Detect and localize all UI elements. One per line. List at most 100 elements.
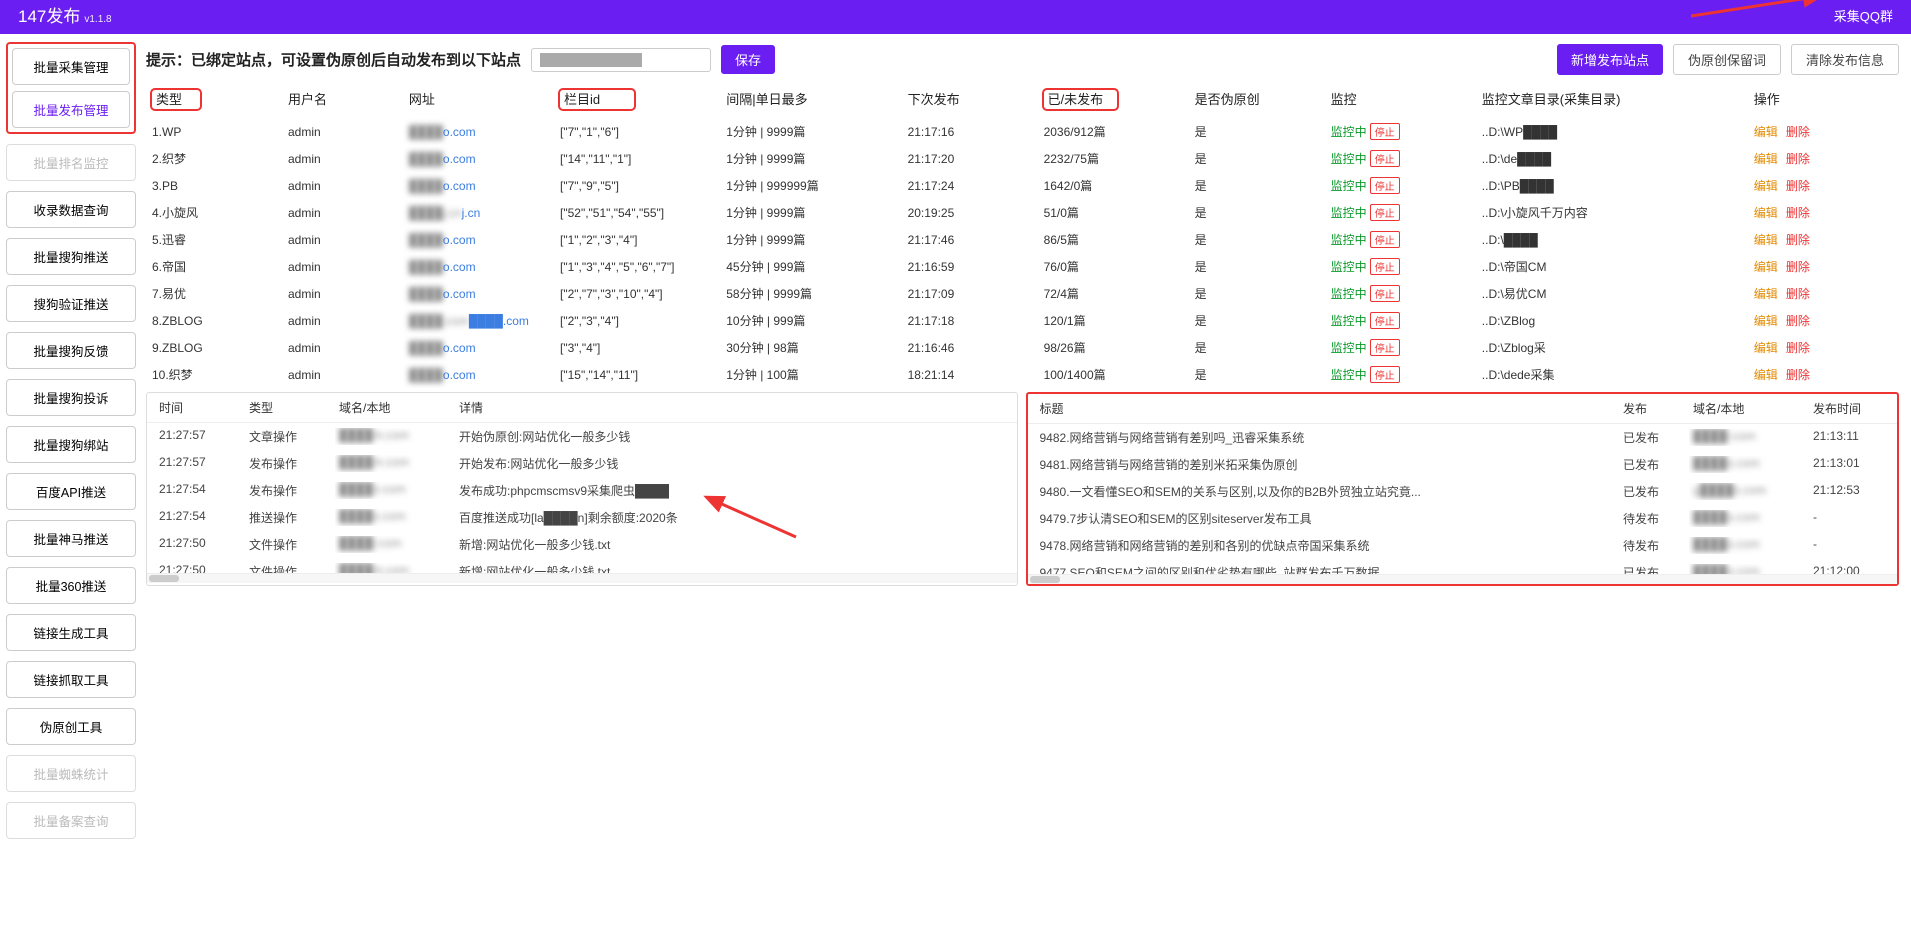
stop-badge[interactable]: 停止: [1370, 258, 1400, 275]
sidebar-item-publish-manage[interactable]: 批量发布管理: [12, 91, 130, 128]
th-user: 用户名: [282, 81, 403, 118]
edit-link[interactable]: 编辑: [1754, 206, 1778, 220]
sidebar-item-9[interactable]: 批量360推送: [6, 567, 136, 604]
cell-url[interactable]: ████o.com: [403, 253, 554, 280]
sidebar-item-3[interactable]: 搜狗验证推送: [6, 285, 136, 322]
table-row: 10.织梦admin████o.com["15","14","11"]1分钟 |…: [146, 361, 1899, 388]
cell-op: 编辑删除: [1748, 172, 1899, 199]
log-row: 21:27:57文章操作████m.com开始伪原创:网站优化一般多少钱: [147, 423, 1017, 450]
delete-link[interactable]: 删除: [1786, 125, 1810, 139]
rh-title: 标题: [1036, 400, 1620, 417]
stop-badge[interactable]: 停止: [1370, 339, 1400, 356]
sidebar-item-2[interactable]: 批量搜狗推送: [6, 238, 136, 275]
delete-link[interactable]: 删除: [1786, 287, 1810, 301]
lh-time: 时间: [155, 399, 245, 416]
cell-op: 编辑删除: [1748, 226, 1899, 253]
cell-interval: 1分钟 | 9999篇: [720, 118, 901, 145]
delete-link[interactable]: 删除: [1786, 233, 1810, 247]
cell-url[interactable]: ████o.com: [403, 334, 554, 361]
cell-interval: 1分钟 | 9999篇: [720, 226, 901, 253]
cell-url[interactable]: ████o.com: [403, 145, 554, 172]
th-colid: 栏目id: [560, 90, 634, 109]
stop-badge[interactable]: 停止: [1370, 285, 1400, 302]
sidebar-item-0[interactable]: 批量排名监控: [6, 144, 136, 181]
cell-type: 10.织梦: [146, 361, 282, 388]
cell-done: 51/0篇: [1038, 199, 1189, 226]
sidebar-item-8[interactable]: 批量神马推送: [6, 520, 136, 557]
delete-link[interactable]: 删除: [1786, 179, 1810, 193]
log-panel-right: 标题 发布 域名/本地 发布时间 9482.网络营销与网络营销有差别吗_迅睿采集…: [1026, 392, 1900, 586]
add-site-button[interactable]: 新增发布站点: [1557, 44, 1663, 75]
cell-colid: ["3","4"]: [554, 334, 720, 361]
table-row: 3.PBadmin████o.com["7","9","5"]1分钟 | 999…: [146, 172, 1899, 199]
stop-badge[interactable]: 停止: [1370, 123, 1400, 140]
delete-link[interactable]: 删除: [1786, 152, 1810, 166]
edit-link[interactable]: 编辑: [1754, 314, 1778, 328]
cell-interval: 1分钟 | 9999篇: [720, 199, 901, 226]
cell-url[interactable]: ████o.com: [403, 118, 554, 145]
cell-done: 100/1400篇: [1038, 361, 1189, 388]
th-type: 类型: [152, 90, 200, 109]
sidebar-item-11[interactable]: 链接抓取工具: [6, 661, 136, 698]
delete-link[interactable]: 删除: [1786, 368, 1810, 382]
cell-next: 18:21:14: [902, 361, 1038, 388]
cell-fake: 是: [1189, 307, 1325, 334]
edit-link[interactable]: 编辑: [1754, 260, 1778, 274]
edit-link[interactable]: 编辑: [1754, 368, 1778, 382]
sidebar-item-14[interactable]: 批量备案查询: [6, 802, 136, 839]
keep-word-button[interactable]: 伪原创保留词: [1673, 44, 1781, 75]
cell-done: 76/0篇: [1038, 253, 1189, 280]
sidebar-item-13[interactable]: 批量蜘蛛统计: [6, 755, 136, 792]
delete-link[interactable]: 删除: [1786, 314, 1810, 328]
cell-dir: ..D:\Zblog采: [1476, 334, 1748, 361]
cell-dir: ..D:\WP████: [1476, 118, 1748, 145]
stop-badge[interactable]: 停止: [1370, 204, 1400, 221]
qq-group-link[interactable]: 采集QQ群: [1834, 0, 1893, 34]
log-left-scrollbar[interactable]: [147, 573, 1017, 583]
edit-link[interactable]: 编辑: [1754, 152, 1778, 166]
sidebar-item-10[interactable]: 链接生成工具: [6, 614, 136, 651]
sidebar-item-7[interactable]: 百度API推送: [6, 473, 136, 510]
stop-badge[interactable]: 停止: [1370, 150, 1400, 167]
log-right-scrollbar[interactable]: [1028, 574, 1898, 584]
cell-interval: 1分钟 | 9999篇: [720, 145, 901, 172]
edit-link[interactable]: 编辑: [1754, 341, 1778, 355]
edit-link[interactable]: 编辑: [1754, 233, 1778, 247]
delete-link[interactable]: 删除: [1786, 341, 1810, 355]
sidebar-item-4[interactable]: 批量搜狗反馈: [6, 332, 136, 369]
cell-user: admin: [282, 307, 403, 334]
stop-badge[interactable]: 停止: [1370, 312, 1400, 329]
cell-url[interactable]: ████j.cnj.cn: [403, 199, 554, 226]
cell-url[interactable]: ████o.com: [403, 280, 554, 307]
sidebar-item-6[interactable]: 批量搜狗绑站: [6, 426, 136, 463]
stop-badge[interactable]: 停止: [1370, 231, 1400, 248]
edit-link[interactable]: 编辑: [1754, 179, 1778, 193]
cell-type: 4.小旋风: [146, 199, 282, 226]
log-row: 9477.SEO和SEM之间的区别和优劣势有哪些_站群发布千万数据已发布████…: [1028, 559, 1898, 574]
stop-badge[interactable]: 停止: [1370, 366, 1400, 383]
clear-button[interactable]: 清除发布信息: [1791, 44, 1899, 75]
log-row: 21:27:50文件操作████m.com新增:网站优化一般多少钱.txt: [147, 558, 1017, 573]
cell-url[interactable]: ████o.com: [403, 226, 554, 253]
edit-link[interactable]: 编辑: [1754, 287, 1778, 301]
delete-link[interactable]: 删除: [1786, 206, 1810, 220]
stop-badge[interactable]: 停止: [1370, 177, 1400, 194]
sidebar-item-collect-manage[interactable]: 批量采集管理: [12, 48, 130, 85]
cell-fake: 是: [1189, 118, 1325, 145]
cell-colid: ["52","51","54","55"]: [554, 199, 720, 226]
cell-colid: ["14","11","1"]: [554, 145, 720, 172]
cell-url[interactable]: ████o.com: [403, 361, 554, 388]
save-button[interactable]: 保存: [721, 45, 775, 74]
cell-interval: 58分钟 | 9999篇: [720, 280, 901, 307]
sidebar-item-1[interactable]: 收录数据查询: [6, 191, 136, 228]
edit-link[interactable]: 编辑: [1754, 125, 1778, 139]
cell-dir: ..D:\帝国CM: [1476, 253, 1748, 280]
sidebar-item-12[interactable]: 伪原创工具: [6, 708, 136, 745]
delete-link[interactable]: 删除: [1786, 260, 1810, 274]
cell-colid: ["7","1","6"]: [554, 118, 720, 145]
cell-url[interactable]: ████o.com: [403, 172, 554, 199]
cell-type: 9.ZBLOG: [146, 334, 282, 361]
sidebar-item-5[interactable]: 批量搜狗投诉: [6, 379, 136, 416]
cell-url[interactable]: ████.com████.com: [403, 307, 554, 334]
token-input[interactable]: [531, 48, 711, 72]
